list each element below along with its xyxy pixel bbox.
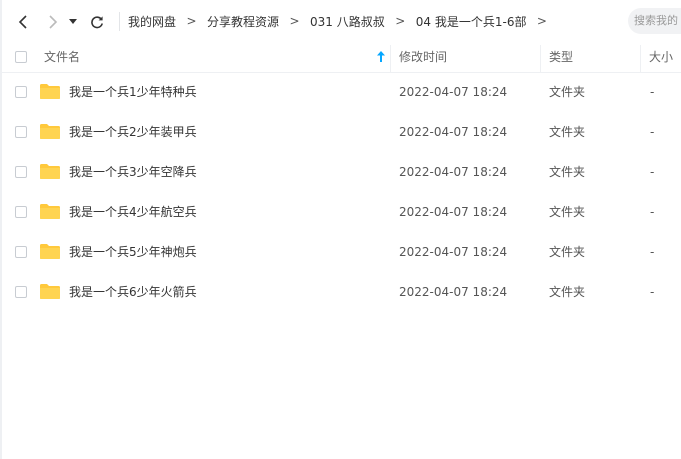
file-modified: 2022-04-07 18:24 bbox=[399, 125, 508, 139]
file-type: 文件夹 bbox=[549, 125, 586, 139]
column-header-name[interactable]: 文件名 bbox=[44, 42, 80, 72]
table-row[interactable]: 我是一个兵1少年特种兵 2022-04-07 18:24 文件夹 - bbox=[2, 72, 681, 112]
refresh-icon bbox=[91, 16, 103, 29]
file-name[interactable]: 我是一个兵3少年空降兵 bbox=[69, 152, 197, 192]
folder-icon bbox=[40, 84, 60, 99]
file-name[interactable]: 我是一个兵5少年神炮兵 bbox=[69, 232, 197, 272]
file-name[interactable]: 我是一个兵4少年航空兵 bbox=[69, 192, 197, 232]
table-row[interactable]: 我是一个兵5少年神炮兵 2022-04-07 18:24 文件夹 - bbox=[2, 232, 681, 272]
file-modified: 2022-04-07 18:24 bbox=[399, 85, 508, 99]
file-modified: 2022-04-07 18:24 bbox=[399, 285, 508, 299]
file-size: - bbox=[650, 125, 655, 139]
table-row[interactable]: 我是一个兵2少年装甲兵 2022-04-07 18:24 文件夹 - bbox=[2, 112, 681, 152]
breadcrumb-item-current[interactable]: 04 我是一个兵1-6部 bbox=[416, 13, 527, 30]
select-all-checkbox[interactable] bbox=[15, 51, 27, 63]
column-divider[interactable] bbox=[390, 45, 391, 72]
chevron-left-icon bbox=[18, 15, 27, 29]
sort-ascending-icon[interactable] bbox=[377, 51, 385, 65]
file-type: 文件夹 bbox=[549, 85, 586, 99]
back-button[interactable] bbox=[12, 11, 34, 33]
file-size: - bbox=[650, 245, 655, 259]
toolbar: 我的网盘 > 分享教程资源 > 031 八路叔叔 > 04 我是一个兵1-6部 … bbox=[2, 0, 681, 42]
table-row[interactable]: 我是一个兵3少年空降兵 2022-04-07 18:24 文件夹 - bbox=[2, 152, 681, 192]
row-checkbox[interactable] bbox=[15, 206, 27, 218]
column-header-size[interactable]: 大小 bbox=[649, 42, 673, 72]
column-header-type[interactable]: 类型 bbox=[549, 42, 573, 72]
column-divider[interactable] bbox=[640, 45, 641, 72]
breadcrumb-item-share[interactable]: 分享教程资源 bbox=[207, 13, 279, 30]
folder-icon bbox=[40, 164, 60, 179]
column-divider[interactable] bbox=[540, 45, 541, 72]
folder-icon bbox=[40, 124, 60, 139]
chevron-right-icon bbox=[49, 15, 58, 29]
table-row[interactable]: 我是一个兵4少年航空兵 2022-04-07 18:24 文件夹 - bbox=[2, 192, 681, 232]
file-name[interactable]: 我是一个兵1少年特种兵 bbox=[69, 72, 197, 112]
file-modified: 2022-04-07 18:24 bbox=[399, 245, 508, 259]
file-type: 文件夹 bbox=[549, 285, 586, 299]
row-checkbox[interactable] bbox=[15, 86, 27, 98]
breadcrumb-separator: > bbox=[395, 14, 406, 28]
breadcrumb-separator: > bbox=[536, 14, 547, 28]
row-checkbox[interactable] bbox=[15, 166, 27, 178]
breadcrumb-item-root[interactable]: 我的网盘 bbox=[128, 13, 176, 30]
folder-icon bbox=[40, 284, 60, 299]
history-dropdown-button[interactable] bbox=[66, 11, 80, 33]
file-size: - bbox=[650, 285, 655, 299]
folder-icon bbox=[40, 204, 60, 219]
breadcrumb-separator: > bbox=[186, 14, 197, 28]
file-name[interactable]: 我是一个兵6少年火箭兵 bbox=[69, 272, 197, 312]
file-size: - bbox=[650, 165, 655, 179]
file-modified: 2022-04-07 18:24 bbox=[399, 205, 508, 219]
folder-icon bbox=[40, 244, 60, 259]
file-type: 文件夹 bbox=[549, 245, 586, 259]
table-row[interactable]: 我是一个兵6少年火箭兵 2022-04-07 18:24 文件夹 - bbox=[2, 272, 681, 312]
file-list: 我是一个兵1少年特种兵 2022-04-07 18:24 文件夹 - 我是一个兵… bbox=[2, 72, 681, 312]
row-checkbox[interactable] bbox=[15, 126, 27, 138]
table-header: 文件名 修改时间 类型 大小 bbox=[2, 42, 681, 73]
toolbar-divider bbox=[119, 12, 120, 31]
file-size: - bbox=[650, 85, 655, 99]
file-type: 文件夹 bbox=[549, 205, 586, 219]
file-modified: 2022-04-07 18:24 bbox=[399, 165, 508, 179]
breadcrumb-separator: > bbox=[289, 14, 300, 28]
column-header-modified[interactable]: 修改时间 bbox=[399, 42, 447, 72]
caret-down-icon bbox=[69, 19, 77, 24]
breadcrumb-item-bali[interactable]: 031 八路叔叔 bbox=[310, 13, 385, 30]
breadcrumb: 我的网盘 > 分享教程资源 > 031 八路叔叔 > 04 我是一个兵1-6部 … bbox=[128, 0, 557, 42]
search-input[interactable]: 搜索我的 bbox=[628, 8, 681, 34]
row-checkbox[interactable] bbox=[15, 246, 27, 258]
row-checkbox[interactable] bbox=[15, 286, 27, 298]
forward-button[interactable] bbox=[42, 11, 64, 33]
file-name[interactable]: 我是一个兵2少年装甲兵 bbox=[69, 112, 197, 152]
file-size: - bbox=[650, 205, 655, 219]
refresh-button[interactable] bbox=[86, 11, 108, 33]
file-type: 文件夹 bbox=[549, 165, 586, 179]
